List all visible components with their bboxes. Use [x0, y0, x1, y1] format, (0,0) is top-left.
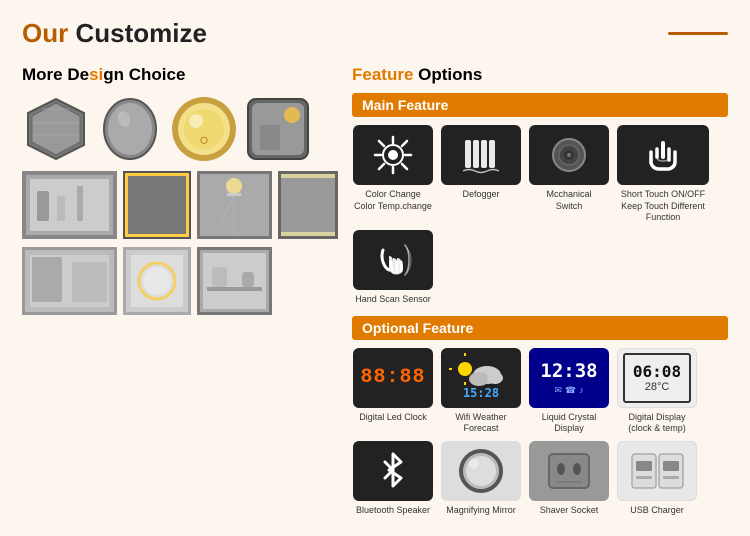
mechanical-icon-box: [529, 125, 609, 185]
hand-scan-icon-box: [353, 230, 433, 290]
defogger-icon-box: [441, 125, 521, 185]
digital-temp-display: 28°C: [645, 381, 670, 393]
left-column: More Design Choice: [22, 65, 332, 527]
design-rect-3c: [197, 247, 272, 315]
design-rect-2b: [123, 171, 191, 239]
page: Our Customize More Design Choice: [0, 0, 750, 536]
color-change-label: Color ChangeColor Temp.change: [354, 189, 432, 212]
main-feature-section: Main Feature: [352, 93, 728, 306]
optional-feature-section: Optional Feature 88:88 Digital Led Clock: [352, 316, 728, 517]
weather-label: Wifi Weather Forecast: [440, 412, 522, 435]
title-our: Our: [22, 18, 75, 48]
feature-lcd: 12:38 ✉ ☎ ♪ Liquid Crystal Display: [528, 348, 610, 435]
design-rect-2d: [278, 171, 338, 239]
touch-label: Short Touch ON/OFFKeep Touch DifferentFu…: [621, 189, 705, 224]
weather-icon-box: 15:28: [441, 348, 521, 408]
digital-display-label: Digital Display(clock & temp): [628, 412, 686, 435]
header: Our Customize: [22, 18, 728, 49]
design-row-1: ○: [22, 95, 332, 163]
design-section-title: More Design Choice: [22, 65, 332, 85]
feature-highlight: Feature: [352, 65, 413, 84]
design-circle-light: ○: [170, 95, 238, 163]
title-customize: Customize: [75, 18, 206, 48]
lcd-icon-1: ✉: [554, 385, 562, 396]
bluetooth-label: Bluetooth Speaker: [356, 505, 430, 517]
defogger-label: Defogger: [462, 189, 499, 201]
header-line: [668, 32, 728, 35]
feature-digital-display: 06:08 28°C Digital Display(clock & temp): [616, 348, 698, 435]
feature-magnifying: Magnifying Mirror: [440, 441, 522, 517]
main-content: More Design Choice: [22, 65, 728, 527]
design-row-3: [22, 247, 332, 315]
bluetooth-icon-box: [353, 441, 433, 501]
design-rect-3b: [123, 247, 191, 315]
design-hex: [22, 95, 90, 163]
design-rect-2a: [22, 171, 117, 239]
feature-usb: USB Charger: [616, 441, 698, 517]
design-row-2: [22, 171, 332, 239]
design-rect-3a: [22, 247, 117, 315]
svg-text:○: ○: [199, 132, 209, 149]
digital-clock-icon-box: 88:88: [353, 348, 433, 408]
feature-mechanical: McchanicalSwitch: [528, 125, 610, 224]
lcd-icons-row: ✉ ☎ ♪: [554, 385, 583, 396]
usb-icon-box: [617, 441, 697, 501]
right-column: Feature Options Main Feature: [352, 65, 728, 527]
design-rect: [244, 95, 312, 163]
main-feature-header: Main Feature: [352, 93, 728, 117]
shaver-label: Shaver Socket: [540, 505, 599, 517]
lcd-icon-2: ☎: [565, 385, 576, 396]
shaver-icon-box: [529, 441, 609, 501]
digital-display-icon-box: 06:08 28°C: [617, 348, 697, 408]
lcd-icon-3: ♪: [579, 385, 584, 396]
clock-display: 88:88: [360, 366, 425, 389]
color-change-icon-box: [353, 125, 433, 185]
digital-clock-label: Digital Led Clock: [359, 412, 427, 424]
lcd-time: 12:38: [540, 360, 597, 382]
design-grid: ○: [22, 95, 332, 315]
optional-feature-grid: 88:88 Digital Led Clock: [352, 348, 728, 517]
design-rect-2c: [197, 171, 272, 239]
page-title: Our Customize: [22, 18, 207, 49]
magnifying-label: Magnifying Mirror: [446, 505, 516, 517]
feature-digital-clock: 88:88 Digital Led Clock: [352, 348, 434, 435]
usb-label: USB Charger: [630, 505, 684, 517]
mechanical-label: McchanicalSwitch: [546, 189, 591, 212]
digital-time-display: 06:08: [633, 362, 681, 381]
feature-touch: Short Touch ON/OFFKeep Touch DifferentFu…: [616, 125, 710, 224]
lcd-label: Liquid Crystal Display: [528, 412, 610, 435]
feature-weather: 15:28 Wifi Weather Forecast: [440, 348, 522, 435]
design-highlight: si: [89, 65, 103, 84]
hand-scan-label: Hand Scan Sensor: [355, 294, 431, 306]
feature-color-change: Color ChangeColor Temp.change: [352, 125, 434, 224]
svg-text:15:28: 15:28: [463, 386, 499, 400]
feature-options-text: Options: [413, 65, 482, 84]
design-oval: [96, 95, 164, 163]
magnifying-icon-box: [441, 441, 521, 501]
lcd-icon-box: 12:38 ✉ ☎ ♪: [529, 348, 609, 408]
feature-bluetooth: Bluetooth Speaker: [352, 441, 434, 517]
touch-icon-box: [617, 125, 709, 185]
feature-hand-scan: Hand Scan Sensor: [352, 230, 434, 306]
feature-shaver: Shaver Socket: [528, 441, 610, 517]
feature-section-title: Feature Options: [352, 65, 728, 85]
main-feature-grid: Color ChangeColor Temp.change: [352, 125, 728, 306]
optional-feature-header: Optional Feature: [352, 316, 728, 340]
feature-defogger: Defogger: [440, 125, 522, 224]
